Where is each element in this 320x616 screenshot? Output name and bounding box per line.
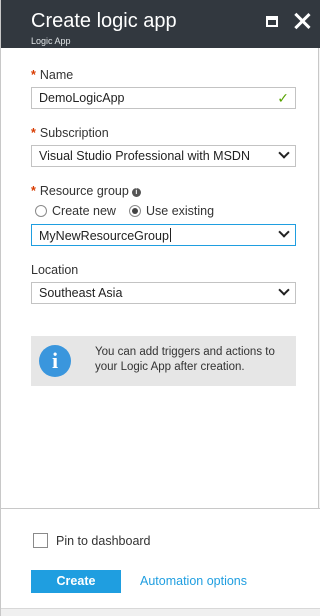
name-input[interactable]: DemoLogicApp ✓: [31, 87, 296, 109]
chevron-down-icon: [278, 226, 290, 238]
automation-options-link[interactable]: Automation options: [140, 574, 247, 588]
checkmark-icon: ✓: [277, 90, 289, 106]
blade-title: Create logic app: [31, 10, 177, 32]
resource-group-label: * Resource group i: [31, 184, 141, 198]
form-content: * Name DemoLogicApp ✓ * Subscription Visua…: [1, 48, 320, 508]
resource-group-dropdown[interactable]: MyNewResourceGroup: [31, 224, 296, 246]
pin-label: Pin to dashboard: [56, 534, 151, 548]
checkbox-icon: [33, 533, 48, 548]
bottom-scroll-area: [1, 608, 320, 616]
required-asterisk: *: [31, 126, 36, 140]
location-label: Location: [31, 263, 79, 277]
pin-to-dashboard-checkbox[interactable]: Pin to dashboard: [33, 533, 151, 548]
information-icon: i: [39, 345, 71, 377]
chevron-down-icon: [278, 147, 290, 159]
blade-header: Create logic app Logic App: [1, 0, 320, 48]
resource-group-value: MyNewResourceGroup: [39, 229, 169, 243]
name-label: * Name: [31, 68, 74, 82]
close-icon[interactable]: [293, 12, 311, 30]
info-message: You can add triggers and actions to your…: [95, 346, 275, 373]
location-value: Southeast Asia: [39, 286, 123, 300]
info-message-box: i You can add triggers and actions to yo…: [31, 336, 296, 386]
create-button[interactable]: Create: [31, 570, 121, 593]
subscription-value: Visual Studio Professional with MSDN: [39, 149, 250, 163]
blade-subtitle: Logic App: [31, 36, 71, 46]
radio-create-new[interactable]: Create new: [35, 204, 116, 218]
maximize-icon[interactable]: [263, 12, 281, 30]
text-caret: [169, 228, 171, 242]
blade-footer: Pin to dashboard Create Automation optio…: [1, 508, 320, 616]
subscription-label: * Subscription: [31, 126, 109, 140]
info-icon[interactable]: i: [131, 188, 141, 197]
create-logic-app-blade: Create logic app Logic App * Name DemoLog…: [0, 0, 320, 616]
chevron-down-icon: [278, 284, 290, 296]
required-asterisk: *: [31, 184, 36, 198]
location-dropdown[interactable]: Southeast Asia: [31, 282, 296, 304]
radio-button-icon: [35, 205, 47, 217]
radio-button-selected-icon: [129, 205, 141, 217]
required-asterisk: *: [31, 68, 36, 82]
subscription-dropdown[interactable]: Visual Studio Professional with MSDN: [31, 145, 296, 167]
radio-use-existing[interactable]: Use existing: [129, 204, 214, 218]
name-value: DemoLogicApp: [39, 91, 125, 105]
